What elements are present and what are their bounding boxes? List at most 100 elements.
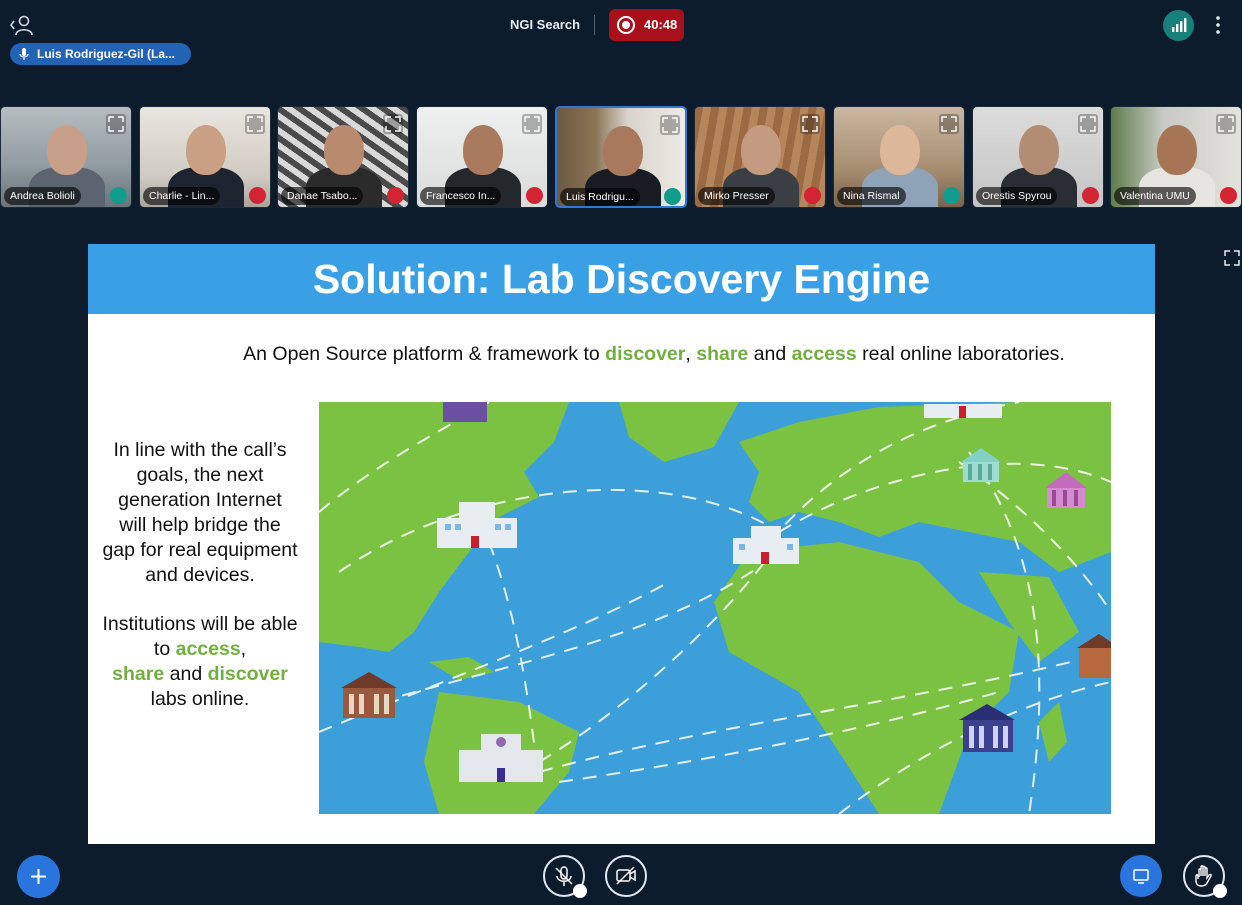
- video-tile[interactable]: Danae Tsabo...: [277, 106, 409, 208]
- body-keyword-discover: discover: [207, 663, 288, 685]
- body-text: and: [164, 663, 208, 685]
- user-icon: [10, 15, 33, 36]
- top-bar: NGI Search 40:48: [0, 0, 1242, 48]
- body-paragraph: In line with the call’s goals, the next …: [102, 439, 298, 586]
- signal-bars-icon: [1172, 18, 1187, 32]
- mic-status-icon: [664, 188, 681, 205]
- unmute-button[interactable]: [543, 855, 587, 898]
- body-keyword-access: access: [175, 638, 241, 660]
- mic-status-icon: [943, 187, 960, 204]
- participant-name: Andrea Bolioli: [4, 187, 81, 205]
- slide-title: Solution: Lab Discovery Engine: [312, 256, 931, 302]
- chevron-up-icon[interactable]: [1213, 884, 1227, 898]
- participant-name: Luis Rodrigu...: [560, 188, 640, 206]
- options-menu-button[interactable]: [1210, 14, 1226, 36]
- shared-presentation: Solution: Lab Discovery Engine An Open S…: [88, 244, 1155, 844]
- video-tile[interactable]: Andrea Bolioli: [0, 106, 132, 208]
- participant-face: [463, 125, 503, 175]
- participant-name: Orestis Spyrou: [976, 187, 1058, 205]
- video-tile[interactable]: Valentina UMU: [1110, 106, 1242, 208]
- subtitle-keyword-discover: discover: [605, 343, 686, 365]
- fullscreen-button[interactable]: [660, 115, 680, 135]
- world-map-illustration: [319, 402, 1111, 814]
- participant-face: [1019, 125, 1059, 175]
- mic-muted-icon: [249, 187, 266, 204]
- slide-header: Solution: Lab Discovery Engine: [88, 244, 1155, 314]
- talking-indicator[interactable]: Luis Rodriguez-Gil (La...: [10, 43, 191, 65]
- talking-participant-name: Luis Rodriguez-Gil (La...: [37, 47, 175, 61]
- connection-status-button[interactable]: [1163, 10, 1194, 41]
- camera-off-icon: [616, 866, 636, 885]
- fullscreen-button[interactable]: [106, 114, 126, 134]
- map-graphic: [319, 402, 1111, 814]
- fullscreen-icon: [941, 116, 957, 132]
- fullscreen-button[interactable]: [522, 114, 542, 134]
- plus-icon: [31, 869, 46, 884]
- fullscreen-button[interactable]: [245, 114, 265, 134]
- participant-strip: Andrea Bolioli Charlie - Lin... Danae Ts…: [0, 106, 1242, 210]
- mic-muted-icon: [1220, 187, 1237, 204]
- institution-building-icon: [924, 404, 1002, 418]
- fullscreen-button[interactable]: [383, 114, 403, 134]
- recording-indicator[interactable]: 40:48: [609, 9, 684, 41]
- fullscreen-button[interactable]: [939, 114, 959, 134]
- video-tile[interactable]: Mirko Presser: [694, 106, 826, 208]
- fullscreen-icon: [1080, 116, 1096, 132]
- participant-face: [880, 125, 920, 175]
- record-icon: [617, 16, 635, 34]
- fullscreen-icon: [524, 116, 540, 132]
- mic-status-icon: [110, 187, 127, 204]
- subtitle-text: ,: [685, 343, 697, 365]
- slide-body-text: In line with the call’s goals, the next …: [102, 438, 298, 712]
- participant-face: [324, 125, 364, 175]
- subtitle-keyword-access: access: [791, 343, 857, 365]
- participant-face: [1157, 125, 1197, 175]
- participant-name: Danae Tsabo...: [281, 187, 364, 205]
- subtitle-text: An Open Source platform & framework to: [243, 343, 606, 365]
- fullscreen-icon: [802, 116, 818, 132]
- fullscreen-button[interactable]: [1078, 114, 1098, 134]
- participant-name: Mirko Presser: [698, 187, 775, 205]
- start-video-button[interactable]: [605, 855, 647, 897]
- participant-face: [186, 125, 226, 175]
- video-tile[interactable]: Charlie - Lin...: [139, 106, 271, 208]
- participant-face: [741, 125, 781, 175]
- subtitle-keyword-share: share: [696, 343, 749, 365]
- users-toggle-button[interactable]: [10, 14, 34, 36]
- title-divider: [594, 15, 595, 35]
- fullscreen-icon: [1218, 116, 1234, 132]
- participant-name: Valentina UMU: [1114, 187, 1196, 205]
- subtitle-text: and: [748, 343, 792, 365]
- fullscreen-button[interactable]: [800, 114, 820, 134]
- video-tile-active-speaker[interactable]: Luis Rodrigu...: [555, 106, 687, 208]
- video-tile[interactable]: Nina Rismal: [833, 106, 965, 208]
- fullscreen-icon: [662, 117, 678, 133]
- participant-name: Charlie - Lin...: [143, 187, 221, 205]
- kebab-menu-icon: [1216, 16, 1220, 34]
- participant-name: Francesco In...: [420, 187, 502, 205]
- mic-muted-icon: [526, 187, 543, 204]
- video-tile[interactable]: Orestis Spyrou: [972, 106, 1104, 208]
- participant-face: [603, 126, 643, 176]
- mic-muted-icon: [1082, 187, 1099, 204]
- actions-button[interactable]: [17, 855, 60, 898]
- fullscreen-icon: [108, 116, 124, 132]
- participant-face: [47, 125, 87, 175]
- screen-share-button[interactable]: [1120, 855, 1162, 897]
- participant-name: Nina Rismal: [837, 187, 906, 205]
- body-paragraph: Institutions will be able to access, shar…: [102, 612, 298, 712]
- chevron-up-icon[interactable]: [573, 884, 587, 898]
- body-text: ,: [240, 638, 247, 660]
- presentation-fullscreen-button[interactable]: [1223, 249, 1241, 267]
- mic-muted-icon: [804, 187, 821, 204]
- bottom-bar: [0, 845, 1242, 905]
- museum-icon: [443, 402, 487, 422]
- fullscreen-button[interactable]: [1216, 114, 1236, 134]
- fullscreen-icon: [385, 116, 401, 132]
- fullscreen-icon: [1224, 250, 1240, 266]
- slide-subtitle: An Open Source platform & framework to d…: [88, 343, 1220, 366]
- mic-muted-icon: [387, 187, 404, 204]
- raise-hand-button[interactable]: [1183, 855, 1227, 898]
- subtitle-text: real online laboratories.: [856, 343, 1065, 365]
- video-tile[interactable]: Francesco In...: [416, 106, 548, 208]
